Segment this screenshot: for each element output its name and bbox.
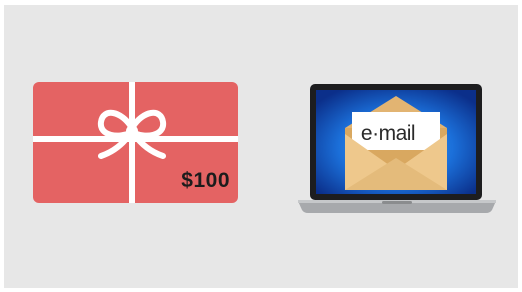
laptop-email-icon: e·mail xyxy=(298,84,496,216)
gift-card-icon: $100 xyxy=(33,82,238,203)
email-label: e·mail xyxy=(360,122,416,145)
laptop-graphic xyxy=(298,84,496,213)
gift-card-amount: $100 xyxy=(181,169,230,192)
